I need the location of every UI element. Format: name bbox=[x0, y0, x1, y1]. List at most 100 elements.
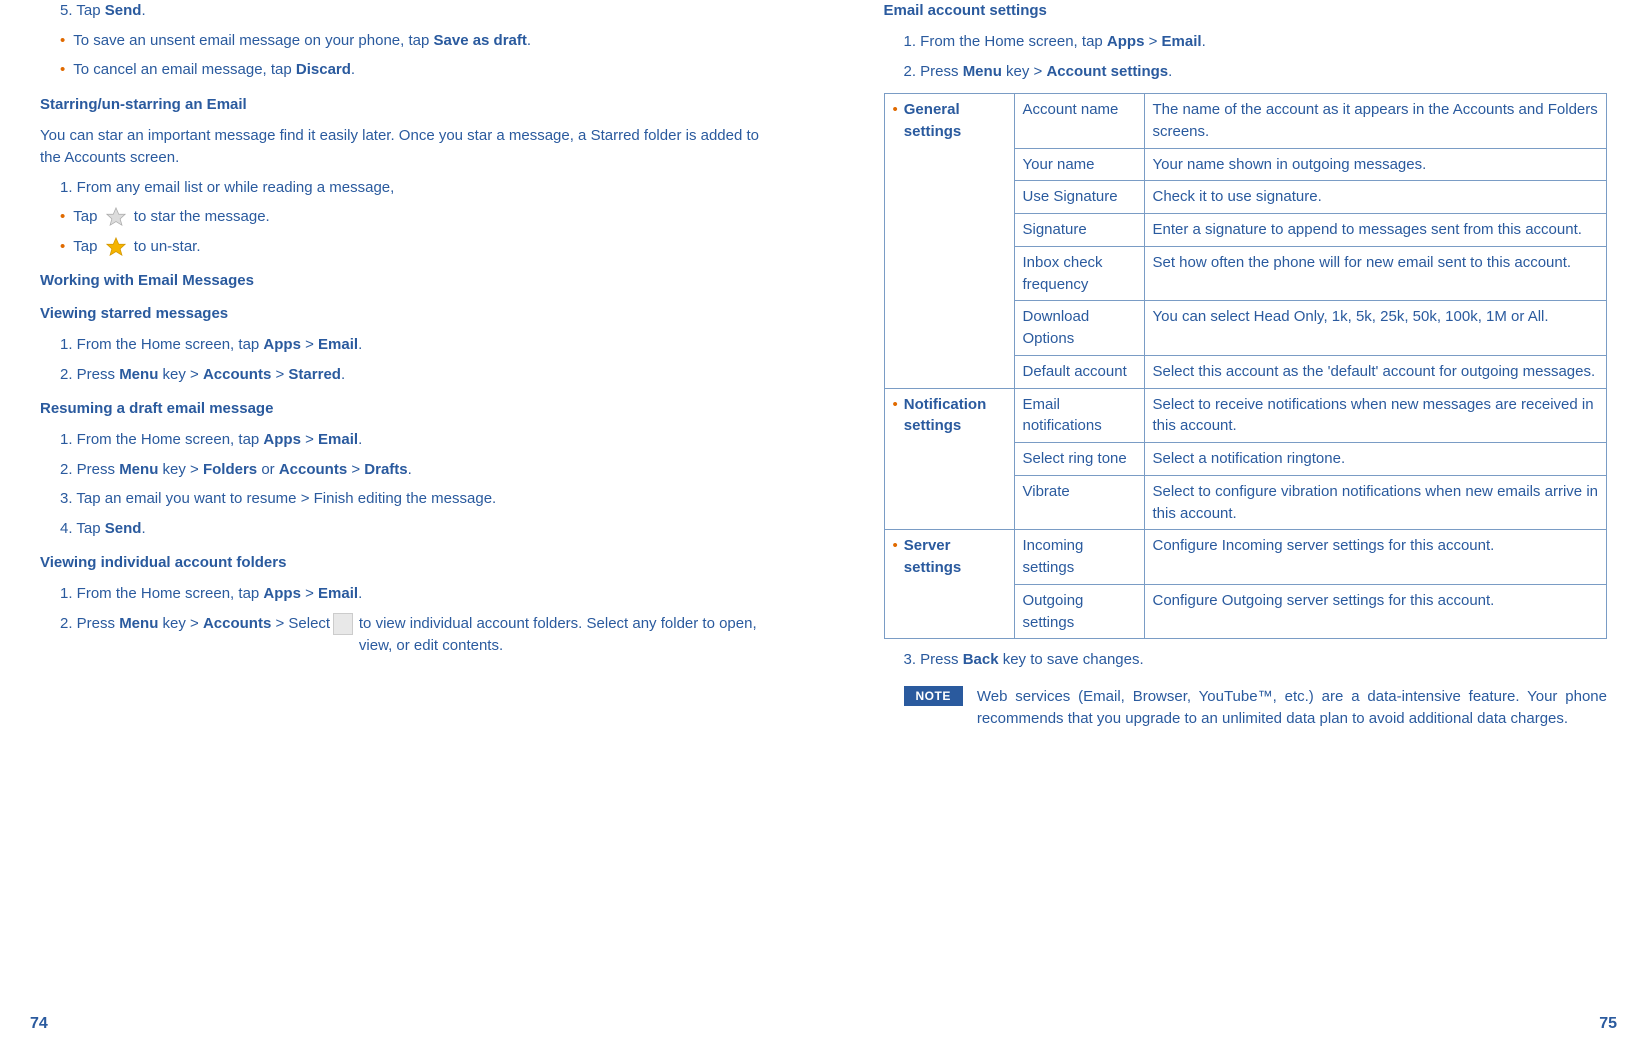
text: 1. From the Home screen, tap bbox=[904, 33, 1107, 50]
bullet-dot-icon: • bbox=[60, 30, 65, 53]
note-text: Web services (Email, Browser, YouTube™, … bbox=[977, 686, 1607, 731]
resuming-heading: Resuming a draft email message bbox=[40, 398, 764, 419]
folder-icon bbox=[333, 613, 353, 635]
text: Tap bbox=[73, 208, 101, 225]
vs-step-2: 2. Press Menu key > Accounts > Starred. bbox=[40, 364, 764, 387]
text: > bbox=[347, 461, 364, 478]
discard-bold: Discard bbox=[296, 61, 351, 78]
option-desc: Check it to use signature. bbox=[1144, 181, 1607, 214]
folders-bold: Folders bbox=[203, 461, 257, 478]
option-name: Download Options bbox=[1014, 301, 1144, 356]
text: to star the message. bbox=[134, 208, 270, 225]
text: To save an unsent email message on your … bbox=[73, 30, 531, 53]
text: > bbox=[271, 366, 288, 383]
text: 5. Tap bbox=[60, 2, 105, 19]
option-desc: Configure Incoming server settings for t… bbox=[1144, 530, 1607, 585]
option-name: Incoming settings bbox=[1014, 530, 1144, 585]
email-bold: Email bbox=[318, 585, 358, 602]
option-name: Inbox check frequency bbox=[1014, 246, 1144, 301]
text: . bbox=[358, 431, 362, 448]
option-name: Outgoing settings bbox=[1014, 584, 1144, 639]
star-filled-icon bbox=[105, 236, 127, 258]
text: or bbox=[257, 461, 279, 478]
option-name: Signature bbox=[1014, 214, 1144, 247]
send-bold: Send bbox=[105, 520, 142, 537]
table-row: •Notification settings Email notificatio… bbox=[884, 388, 1607, 443]
option-name: Select ring tone bbox=[1014, 443, 1144, 476]
apps-bold: Apps bbox=[263, 336, 301, 353]
eas-step-3: 3. Press Back key to save changes. bbox=[884, 649, 1608, 672]
text: To cancel an email message, tap bbox=[73, 61, 296, 78]
note-badge: NOTE bbox=[904, 686, 963, 706]
back-bold: Back bbox=[963, 651, 999, 668]
table-row: • Server settings Incoming settings Confi… bbox=[884, 530, 1607, 585]
eas-step-2: 2. Press Menu key > Account settings. bbox=[884, 61, 1608, 84]
text: . bbox=[408, 461, 412, 478]
email-bold: Email bbox=[318, 431, 358, 448]
apps-bold: Apps bbox=[263, 585, 301, 602]
text: 1. From the Home screen, tap bbox=[60, 336, 263, 353]
text: key to save changes. bbox=[999, 651, 1144, 668]
drafts-bold: Drafts bbox=[364, 461, 407, 478]
accounts-bold: Accounts bbox=[279, 461, 347, 478]
email-bold: Email bbox=[1162, 33, 1202, 50]
option-desc: Select this account as the 'default' acc… bbox=[1144, 355, 1607, 388]
option-name: Account name bbox=[1014, 94, 1144, 149]
starring-desc: You can star an important message find i… bbox=[40, 125, 764, 170]
bullet-dot-icon: • bbox=[893, 394, 898, 416]
text: key > bbox=[158, 615, 203, 632]
vif-heading: Viewing individual account folders bbox=[40, 552, 764, 573]
option-desc: You can select Head Only, 1k, 5k, 25k, 5… bbox=[1144, 301, 1607, 356]
text: key > bbox=[158, 366, 203, 383]
category-label: General settings bbox=[904, 99, 1006, 143]
text: . bbox=[141, 2, 145, 19]
general-settings-category: • General settings bbox=[884, 94, 1014, 389]
text: . bbox=[351, 61, 355, 78]
bullet-unstar: • Tap to un-star. bbox=[40, 236, 764, 259]
text: . bbox=[358, 585, 362, 602]
option-desc: Enter a signature to append to messages … bbox=[1144, 214, 1607, 247]
text: . bbox=[1168, 63, 1172, 80]
viewing-starred-heading: Viewing starred messages bbox=[40, 303, 764, 324]
option-desc: Select a notification ringtone. bbox=[1144, 443, 1607, 476]
text: 2. Press Menu key > Accounts > Select bbox=[60, 613, 330, 658]
bullet-dot-icon: • bbox=[60, 206, 65, 229]
option-desc: Set how often the phone will for new ema… bbox=[1144, 246, 1607, 301]
option-desc: The name of the account as it appears in… bbox=[1144, 94, 1607, 149]
option-desc: Select to receive notifications when new… bbox=[1144, 388, 1607, 443]
category-label: Server settings bbox=[904, 535, 1006, 579]
text: To cancel an email message, tap Discard. bbox=[73, 59, 355, 82]
text: . bbox=[1202, 33, 1206, 50]
bullet-dot-icon: • bbox=[893, 535, 898, 557]
starring-heading: Starring/un-starring an Email bbox=[40, 94, 764, 115]
text: 4. Tap bbox=[60, 520, 105, 537]
text: to view individual account folders. Sele… bbox=[359, 613, 764, 658]
text: Tap to star the message. bbox=[73, 206, 269, 229]
vs-step-1: 1. From the Home screen, tap Apps > Emai… bbox=[40, 334, 764, 357]
text: Tap to un-star. bbox=[73, 236, 200, 259]
account-settings-bold: Account settings bbox=[1046, 63, 1168, 80]
text: 2. Press bbox=[60, 366, 119, 383]
rd-step-4: 4. Tap Send. bbox=[40, 518, 764, 541]
vif-step-1: 1. From the Home screen, tap Apps > Emai… bbox=[40, 583, 764, 606]
text: 2. Press bbox=[904, 63, 963, 80]
option-name: Use Signature bbox=[1014, 181, 1144, 214]
option-name: Your name bbox=[1014, 148, 1144, 181]
rd-step-1: 1. From the Home screen, tap Apps > Emai… bbox=[40, 429, 764, 452]
text: > bbox=[301, 336, 318, 353]
eas-step-1: 1. From the Home screen, tap Apps > Emai… bbox=[884, 31, 1608, 54]
bullet-star: • Tap to star the message. bbox=[40, 206, 764, 229]
bullet-save-draft: • To save an unsent email message on you… bbox=[40, 30, 764, 53]
page-number-left: 74 bbox=[30, 1015, 48, 1033]
send-bold: Send bbox=[105, 2, 142, 19]
menu-bold: Menu bbox=[963, 63, 1002, 80]
text: > bbox=[301, 431, 318, 448]
text: key > bbox=[1002, 63, 1047, 80]
text: 2. Press bbox=[60, 461, 119, 478]
bullet-dot-icon: • bbox=[893, 99, 898, 121]
text: . bbox=[341, 366, 345, 383]
note-block: NOTE Web services (Email, Browser, YouTu… bbox=[884, 686, 1608, 731]
two-page-spread: 5. Tap Send. • To save an unsent email m… bbox=[0, 0, 1647, 1048]
page-number-right: 75 bbox=[1599, 1015, 1617, 1033]
rd-step-2: 2. Press Menu key > Folders or Accounts … bbox=[40, 459, 764, 482]
